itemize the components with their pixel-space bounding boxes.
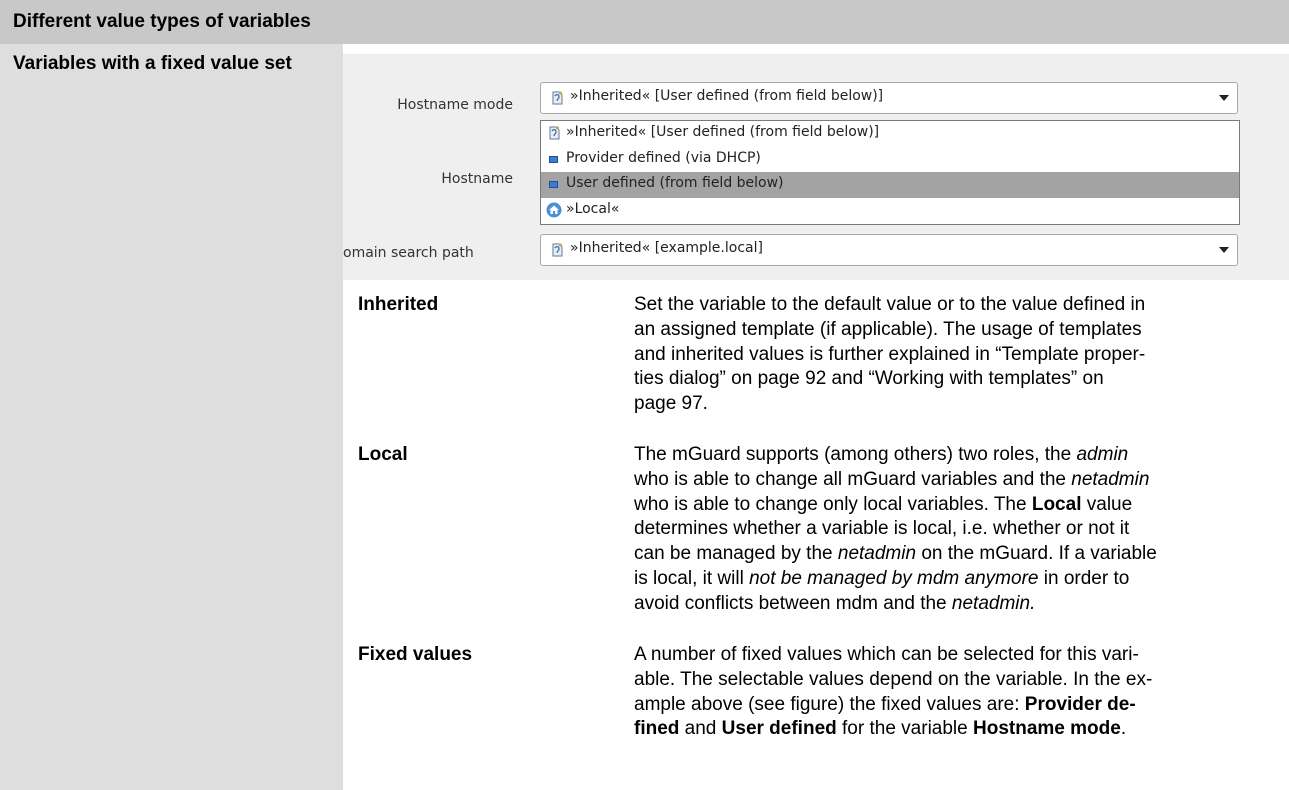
hostname-mode-value: »Inherited« [User defined (from field be… (570, 88, 884, 104)
text-line: ample above (see figure) the fixed value… (634, 693, 1274, 718)
dropdown-option-user-defined[interactable]: User defined (from field below) (541, 172, 1239, 198)
text-line: fined and User defined for the variable … (634, 717, 1274, 742)
text-run: for the variable (836, 718, 973, 740)
text-line: who is able to change all mGuard variabl… (634, 468, 1274, 493)
text-run: is local, it will (634, 567, 750, 589)
bold-run: User defined (721, 718, 837, 740)
sidebar-title: Variables with a fixed value set (13, 53, 292, 74)
term-fixed-values: Fixed values (358, 644, 473, 665)
text-run: . (1120, 718, 1127, 740)
domain-search-path-combo[interactable]: »Inherited« [example.local] (540, 234, 1238, 266)
text-run: The mGuard supports (among others) two r… (634, 444, 1077, 465)
term-inherited: Inherited (358, 294, 439, 315)
chevron-down-icon[interactable] (1219, 247, 1229, 253)
hostname-mode-dropdown: »Inherited« [User defined (from field be… (540, 120, 1240, 225)
inherited-icon (552, 91, 563, 105)
value-square-icon (549, 181, 558, 188)
emphasis: netadmin (1071, 468, 1150, 490)
hostname-mode-combo[interactable]: »Inherited« [User defined (from field be… (540, 82, 1238, 114)
local-house-icon (546, 202, 562, 218)
text-run: can be managed by the (634, 543, 838, 565)
text-line: A number of fixed values which can be se… (634, 644, 1139, 665)
text-line: who is able to change only local variabl… (634, 493, 1274, 518)
ui-screenshot-panel: Hostname mode Hostname omain search path… (343, 54, 1289, 280)
text-line: The mGuard supports (among others) two r… (634, 443, 1274, 468)
text-line: page 97. (634, 393, 708, 415)
emphasis: netadmin (837, 543, 917, 565)
dropdown-option-inherited[interactable]: »Inherited« [User defined (from field be… (541, 121, 1239, 147)
spacer (343, 44, 1289, 54)
emphasis: admin (1076, 444, 1129, 465)
sidebar: Variables with a fixed value set (0, 44, 343, 790)
option-label: »Local« (566, 201, 620, 217)
text-line: able. The selectable values depend on th… (634, 668, 1153, 690)
hostname-mode-label: Hostname mode (397, 97, 513, 113)
bold-run: Local (1031, 493, 1082, 515)
option-label: »Inherited« [User defined (from field be… (566, 124, 880, 140)
bold-run: fined (634, 718, 680, 740)
text-run: who is able to change all mGuard variabl… (634, 468, 1072, 490)
bold-run: Provider de- (1024, 693, 1136, 715)
inherited-icon (552, 243, 563, 257)
text-run: in order to (1038, 567, 1130, 589)
text-line: avoid conflicts between mdm and the neta… (634, 592, 1274, 617)
text-line: is local, it will not be managed by mdm … (634, 567, 1274, 592)
text-run: and (679, 718, 722, 740)
domain-search-path-value: »Inherited« [example.local] (570, 240, 763, 256)
description-inherited: Set the variable to the default value or… (634, 293, 1274, 417)
dropdown-option-local[interactable]: »Local« (541, 198, 1239, 224)
text-run: ample above (see figure) the fixed value… (634, 693, 1025, 715)
section-header: Different value types of variables (0, 0, 1289, 44)
inherited-icon (549, 126, 560, 140)
text-run: value (1081, 493, 1133, 515)
section-title: Different value types of variables (13, 11, 311, 32)
description-local: The mGuard supports (among others) two r… (634, 443, 1274, 617)
text-line: can be managed by the netadmin on the mG… (634, 542, 1274, 567)
bold-run: Hostname mode (973, 718, 1121, 740)
text-run: on the mGuard. If a variable (916, 543, 1157, 565)
text-line: Set the variable to the default value or… (634, 294, 1146, 315)
text-run: avoid conflicts between mdm and the (634, 592, 952, 614)
text-line: determines whether a variable is local, … (634, 518, 1130, 540)
option-label: User defined (from field below) (566, 175, 784, 191)
emphasis: not be managed by mdm anymore (749, 567, 1039, 589)
text-run: who is able to change only local variabl… (634, 493, 1032, 515)
text-line: ties dialog” on page 92 and “Working wit… (634, 368, 1104, 390)
emphasis: netadmin. (951, 592, 1036, 614)
dropdown-option-provider-defined[interactable]: Provider defined (via DHCP) (541, 147, 1239, 173)
option-label: Provider defined (via DHCP) (566, 150, 761, 166)
description-fixed-values: A number of fixed values which can be se… (634, 643, 1274, 742)
domain-search-path-label: omain search path (343, 245, 474, 261)
term-local: Local (358, 444, 408, 465)
text-line: and inherited values is further explaine… (634, 343, 1146, 365)
text-line: an assigned template (if applicable). Th… (634, 318, 1142, 340)
chevron-down-icon[interactable] (1219, 95, 1229, 101)
hostname-label: Hostname (441, 171, 513, 187)
value-square-icon (549, 156, 558, 163)
